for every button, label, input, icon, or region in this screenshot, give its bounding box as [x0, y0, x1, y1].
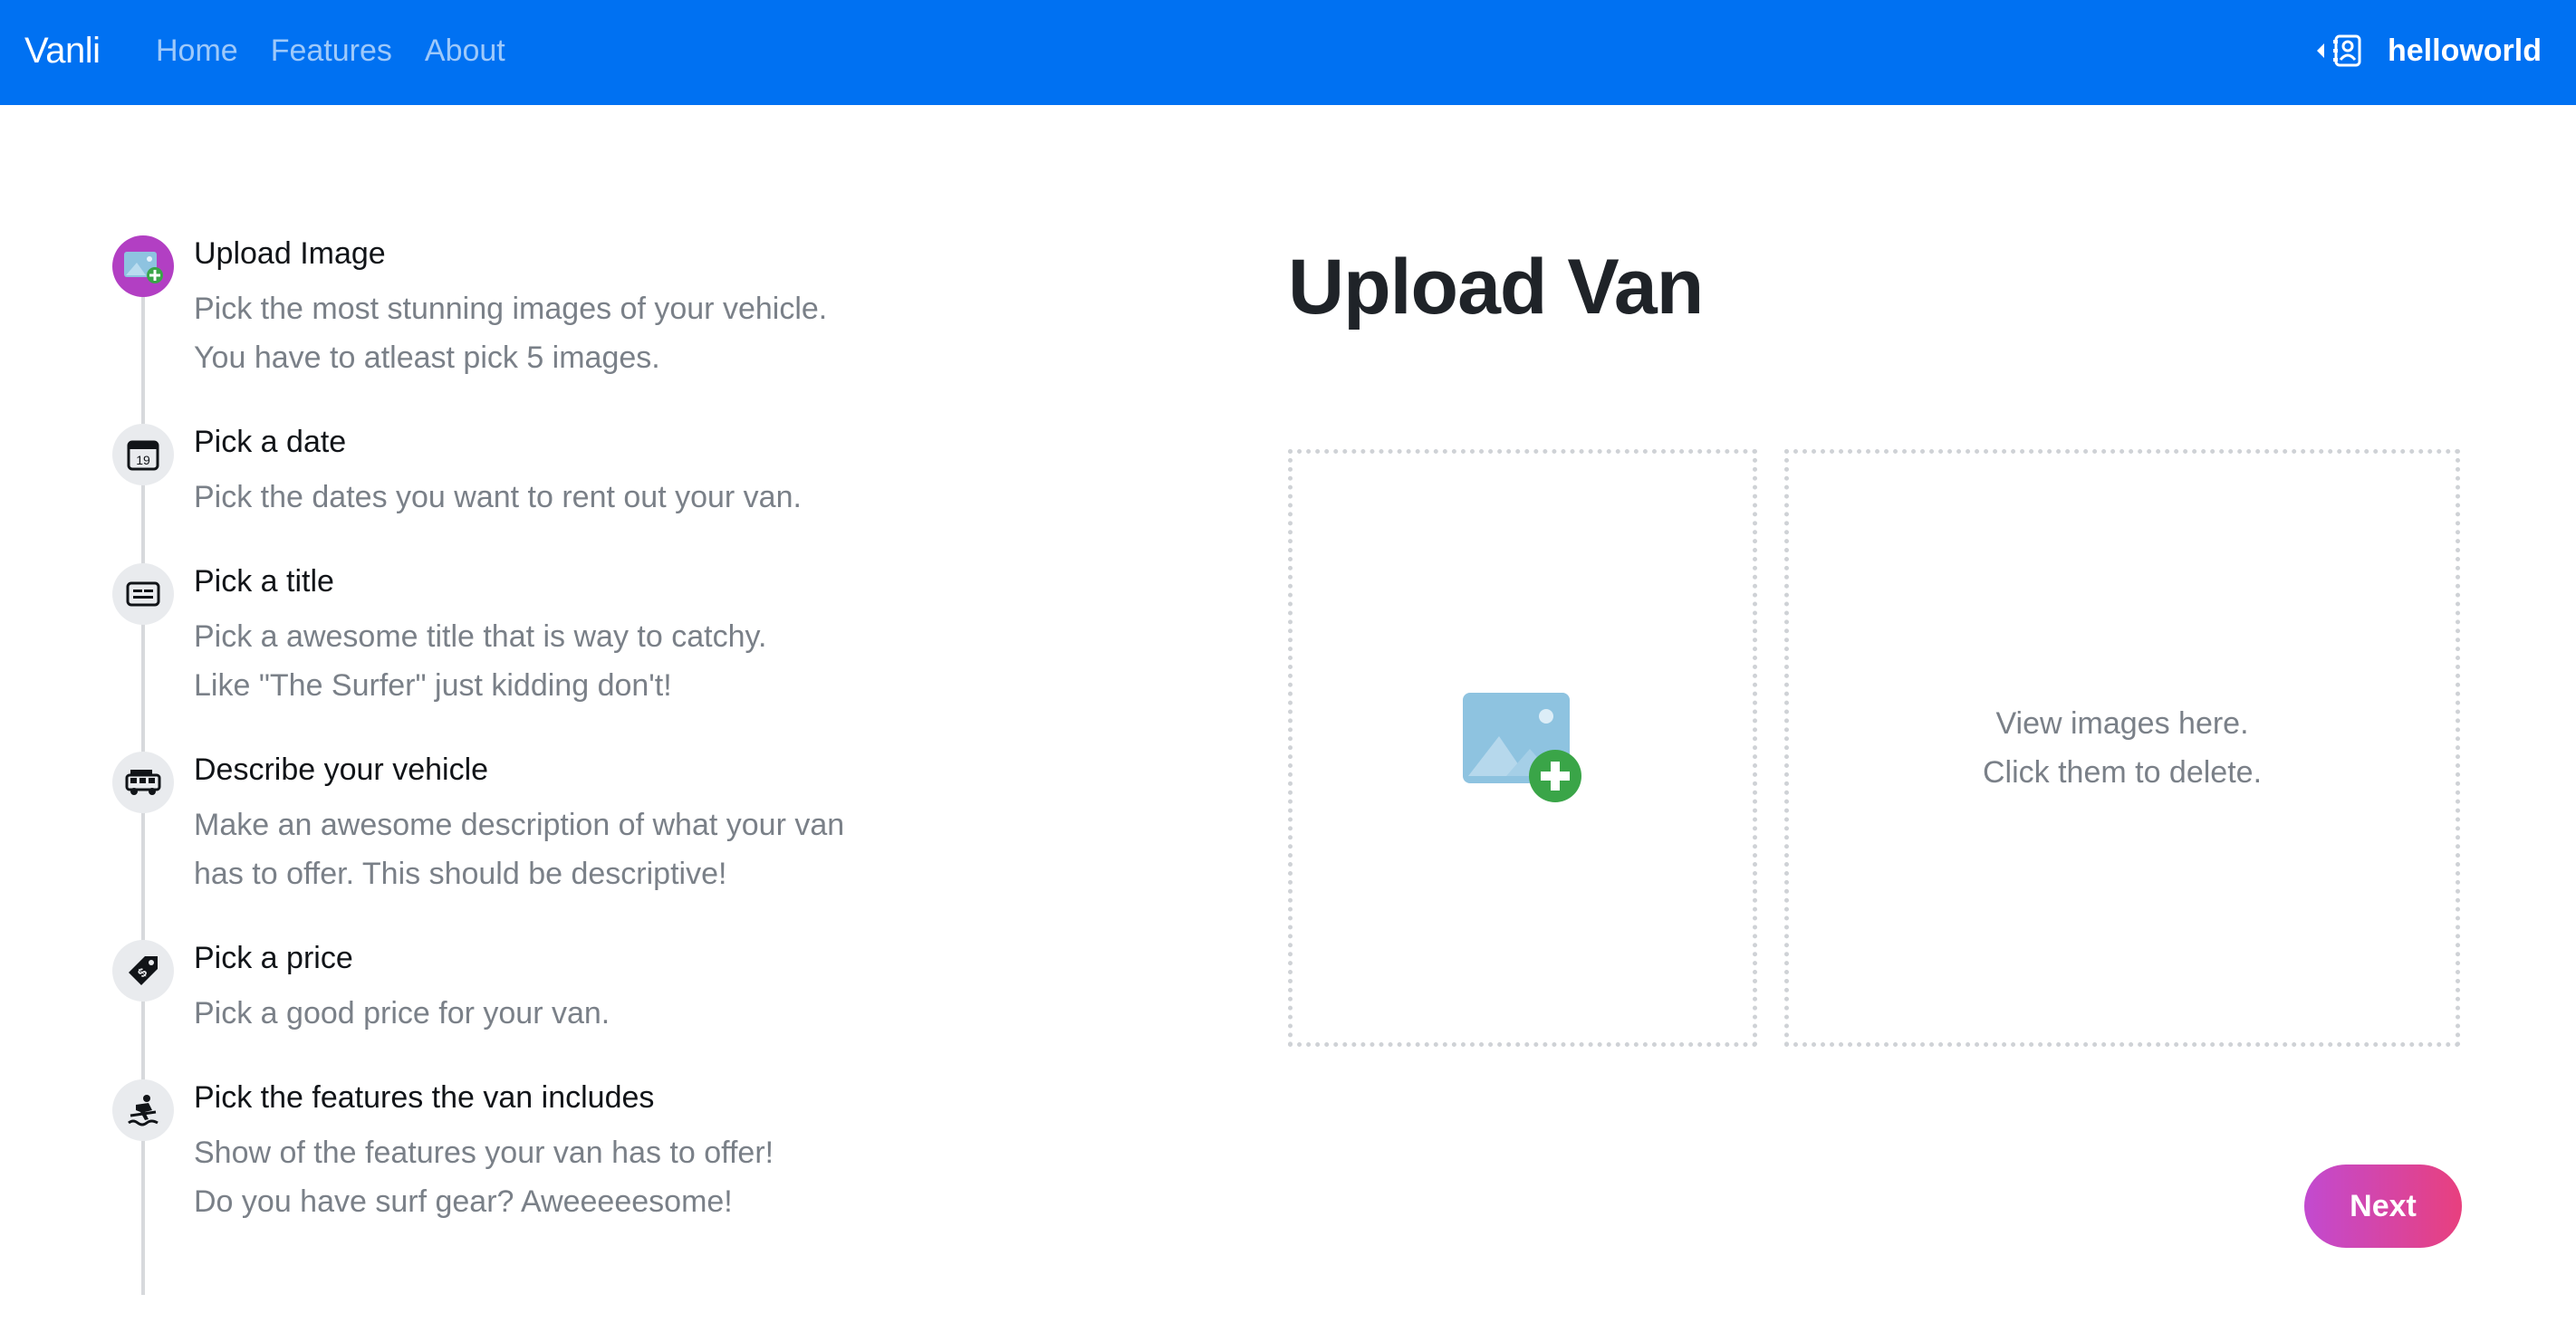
- step-title: Pick the features the van includes: [194, 1080, 655, 1115]
- nav-link-features[interactable]: Features: [271, 27, 392, 74]
- next-button[interactable]: Next: [2304, 1165, 2462, 1248]
- upload-steps: Upload Image Pick the most stunning imag…: [112, 235, 1018, 1295]
- image-preview-area[interactable]: View images here. Click them to delete.: [1784, 449, 2460, 1047]
- surfer-icon: [128, 1095, 159, 1126]
- step-description: Show of the features your van has to off…: [194, 1128, 1009, 1226]
- step-description: Pick a awesome title that is way to catc…: [194, 612, 1009, 710]
- nav-link-about[interactable]: About: [425, 27, 505, 74]
- step-icon-describe: [112, 752, 174, 813]
- step-description-line: You have to atleast pick 5 images.: [194, 340, 660, 375]
- step-title: Pick a title: [194, 564, 334, 599]
- step-icon-date: 19: [112, 424, 174, 485]
- user-menu-toggle[interactable]: [2315, 33, 2364, 69]
- step-icon-features: [112, 1079, 174, 1141]
- step-description: Pick the dates you want to rent out your…: [194, 473, 1009, 522]
- page-title: Upload Van: [1288, 244, 1704, 331]
- step-title: Describe your vehicle: [194, 752, 489, 787]
- step-description-line: Pick a good price for your van.: [194, 996, 610, 1030]
- step-description-line: Make an awesome description of what your…: [194, 808, 845, 842]
- step-description: Pick the most stunning images of your ve…: [194, 284, 1009, 382]
- step-title: Upload Image: [194, 236, 386, 271]
- user-profile-icon: [2333, 34, 2361, 67]
- image-dropzone[interactable]: [1288, 449, 1757, 1047]
- caret-left-icon: [2317, 43, 2324, 58]
- step-description: Pick a good price for your van.: [194, 989, 1009, 1038]
- step-description-line: Show of the features your van has to off…: [194, 1136, 774, 1170]
- step-description-line: Like "The Surfer" just kidding don't!: [194, 668, 672, 703]
- preview-hint-line: View images here.: [1995, 706, 2249, 741]
- nav-links: Home Features About: [156, 27, 538, 74]
- step-description-line: Pick the dates you want to rent out your…: [194, 480, 802, 514]
- step-description: Make an awesome description of what your…: [194, 800, 1009, 898]
- price-tag-icon: $: [129, 956, 158, 985]
- add-image-icon: [1463, 693, 1581, 802]
- step-description-line: Pick a awesome title that is way to catc…: [194, 619, 767, 654]
- brand-logo[interactable]: Vanli: [24, 27, 101, 74]
- preview-hint-line: Click them to delete.: [1982, 755, 2263, 790]
- step-title: Pick a price: [194, 941, 353, 975]
- step-description-line: Do you have surf gear? Aweeeeesome!: [194, 1184, 733, 1219]
- username-link[interactable]: helloworld: [2388, 27, 2542, 74]
- van-icon: [125, 770, 161, 795]
- top-navbar: Vanli Home Features About helloworld: [0, 0, 2576, 105]
- step-icon-price: $: [112, 940, 174, 1002]
- svg-text:19: 19: [136, 453, 150, 467]
- nav-link-home[interactable]: Home: [156, 27, 238, 74]
- step-description-line: has to offer. This should be descriptive…: [194, 857, 727, 891]
- step-title: Pick a date: [194, 425, 347, 459]
- calendar-icon: 19: [127, 440, 159, 471]
- subtitles-icon: [126, 581, 160, 607]
- add-image-icon: [124, 252, 163, 283]
- step-icon-upload: [112, 235, 174, 297]
- step-description-line: Pick the most stunning images of your ve…: [194, 292, 828, 326]
- user-menu: helloworld: [2315, 27, 2542, 74]
- step-icon-title: [112, 563, 174, 625]
